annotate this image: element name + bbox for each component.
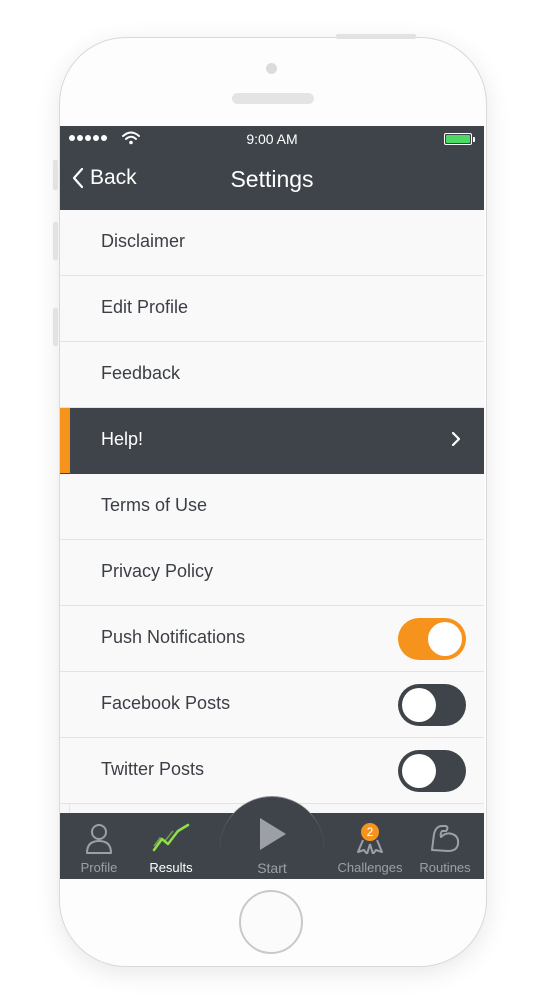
selected-accent-bar [60,408,70,473]
settings-item-label: Twitter Posts [101,759,205,779]
battery-icon [444,133,475,145]
person-icon [86,824,112,854]
start-label: Start [257,860,287,876]
challenges-badge: 2 [361,823,379,841]
tab-results[interactable]: Results [138,813,204,879]
power-button [336,34,416,39]
settings-item-label: Facebook Posts [101,693,231,713]
tab-label: Profile [80,860,118,875]
settings-item-label: Help! [101,429,144,449]
start-button[interactable]: Start [220,796,324,879]
push-notifications-toggle[interactable] [398,618,466,660]
volume-down-button [53,308,58,346]
settings-item-label: Disclaimer [101,231,186,251]
tab-label: Routines [419,860,471,875]
settings-item-facebook-posts: Facebook Posts [60,672,484,738]
settings-item-edit-profile[interactable]: Edit Profile [60,276,484,342]
flexed-arm-icon [431,825,460,852]
settings-item-label: Push Notifications [101,627,246,647]
play-icon [260,818,286,850]
volume-up-button [53,222,58,260]
chevron-right-icon [451,431,461,447]
status-time: 9:00 AM [246,131,298,147]
front-camera [266,63,277,74]
settings-item-push-notifications: Push Notifications [60,606,484,672]
settings-list: Disclaimer Edit Profile Feedback Help! T… [60,210,484,804]
settings-item-feedback[interactable]: Feedback [60,342,484,408]
twitter-posts-toggle[interactable] [398,750,466,792]
settings-item-help[interactable]: Help! [60,408,484,474]
tab-label: Results [149,860,193,875]
nav-bar: Back Settings [60,150,484,210]
tab-label: Challenges [337,860,403,875]
settings-item-label: Privacy Policy [101,561,214,581]
settings-item-label: Feedback [101,363,181,383]
app-screen: 9:00 AM Back Settings Disclaimer Edit Pr… [60,126,484,879]
settings-item-terms[interactable]: Terms of Use [60,474,484,540]
settings-item-twitter-posts: Twitter Posts [60,738,484,804]
settings-item-disclaimer[interactable]: Disclaimer [60,210,484,276]
page-title: Settings [230,166,314,192]
facebook-posts-toggle[interactable] [398,684,466,726]
settings-item-privacy[interactable]: Privacy Policy [60,540,484,606]
tab-profile[interactable]: Profile [64,813,134,879]
home-button[interactable] [239,890,303,954]
tab-routines[interactable]: Routines [410,813,480,879]
chart-line-icon [152,823,190,852]
mute-switch [53,160,58,190]
earpiece-speaker [232,93,314,104]
settings-item-label: Terms of Use [101,495,208,515]
settings-item-label: Edit Profile [101,297,189,317]
status-bar: 9:00 AM [60,126,484,150]
tab-challenges[interactable]: 2 Challenges [330,813,410,879]
